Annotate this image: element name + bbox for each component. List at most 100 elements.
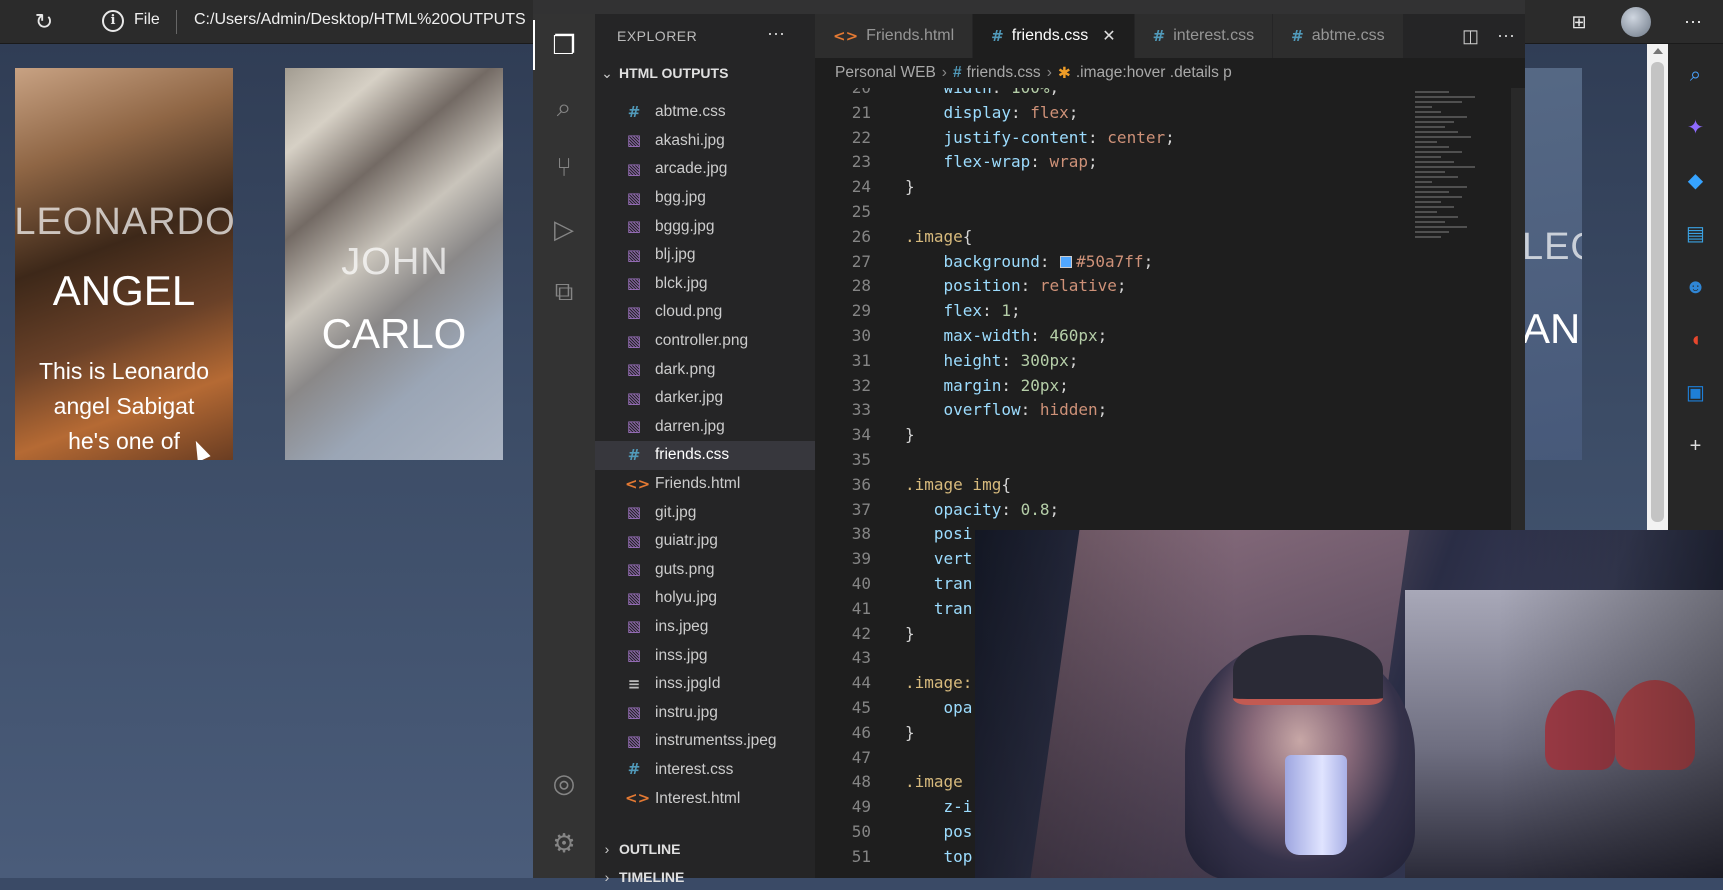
file-item[interactable]: ▧ inss.jpg bbox=[595, 641, 815, 670]
editor-tab[interactable]: # interest.css bbox=[1134, 14, 1274, 58]
code-line: flex: 1; bbox=[905, 299, 1021, 324]
more-actions-icon[interactable]: ⋯ bbox=[1497, 26, 1515, 47]
outline-label: OUTLINE bbox=[619, 841, 681, 857]
file-item[interactable]: ▧ dark.png bbox=[595, 355, 815, 384]
file-item[interactable]: ▧ blj.jpg bbox=[595, 241, 815, 270]
friend-card[interactable]: LEONARDO ANGEL This is Leonardo angel Sa… bbox=[15, 68, 233, 460]
file-item[interactable]: # abtme.css bbox=[595, 98, 815, 127]
url-scheme: File bbox=[134, 11, 160, 28]
code-token: ; bbox=[1068, 350, 1079, 370]
file-item[interactable]: ▧ instru.jpg bbox=[595, 698, 815, 727]
line-number: 27 bbox=[851, 251, 871, 271]
page-scrollbar[interactable] bbox=[1647, 44, 1668, 530]
more-options-icon[interactable]: ⋯ bbox=[1681, 10, 1705, 34]
file-item[interactable]: ▧ instrumentss.jpeg bbox=[595, 727, 815, 756]
file-item[interactable]: ▧ blck.jpg bbox=[595, 270, 815, 299]
minimap-line bbox=[1415, 166, 1476, 168]
file-item[interactable]: <> Friends.html bbox=[595, 470, 815, 499]
file-item[interactable]: # interest.css bbox=[595, 756, 815, 785]
file-name: arcade.jpg bbox=[655, 160, 728, 178]
minimap-line bbox=[1415, 121, 1454, 123]
img-file-icon: ▧ bbox=[626, 617, 642, 636]
file-item[interactable]: ▧ darker.jpg bbox=[595, 384, 815, 413]
profile-avatar[interactable] bbox=[1621, 7, 1651, 37]
refresh-icon[interactable]: ↻ bbox=[30, 8, 58, 36]
close-icon[interactable]: ✕ bbox=[1102, 26, 1115, 46]
img-file-icon: ▧ bbox=[626, 417, 642, 436]
scroll-up-icon[interactable] bbox=[1653, 48, 1663, 54]
color-swatch[interactable] bbox=[1060, 255, 1073, 268]
file-item[interactable]: ▧ bgg.jpg bbox=[595, 184, 815, 213]
file-item[interactable]: ≡ inss.jpgId bbox=[595, 670, 815, 699]
friend-card[interactable]: JOHN CARLO bbox=[285, 68, 503, 460]
img-file-icon: ▧ bbox=[626, 302, 642, 321]
breadcrumb: Personal WEB › # friends.css › ✱ .image:… bbox=[815, 58, 1525, 88]
folder-header[interactable]: ⌄ HTML OUTPUTS bbox=[595, 60, 815, 86]
file-item[interactable]: ▧ bggg.jpg bbox=[595, 212, 815, 241]
file-name: darren.jpg bbox=[655, 417, 725, 435]
file-item[interactable]: ▧ controller.png bbox=[595, 327, 815, 356]
run-debug-icon[interactable]: ▷ bbox=[547, 212, 581, 246]
file-item[interactable]: ▧ holyu.jpg bbox=[595, 584, 815, 613]
img-file-icon: ▧ bbox=[626, 560, 642, 579]
breadcrumb-symbol[interactable]: .image:hover .details p bbox=[1076, 64, 1232, 82]
code-token: .image img bbox=[905, 474, 1002, 494]
shopping-tag-icon[interactable]: ◆ bbox=[1683, 168, 1709, 194]
timeline-section[interactable]: › TIMELINE bbox=[595, 864, 815, 890]
code-token: ; bbox=[1059, 375, 1069, 395]
file-item[interactable]: ▧ arcade.jpg bbox=[595, 155, 815, 184]
code-token: flex bbox=[943, 301, 983, 321]
file-item[interactable]: ▧ ins.jpeg bbox=[595, 613, 815, 642]
info-icon[interactable]: i bbox=[102, 10, 124, 32]
account-icon[interactable]: ◎ bbox=[547, 766, 581, 800]
editor-tab[interactable]: # friends.css ✕ bbox=[973, 14, 1135, 58]
code-token: overflow bbox=[943, 400, 1021, 420]
explorer-icon[interactable]: ❐ bbox=[533, 20, 581, 70]
search-icon[interactable]: ⌕ bbox=[1683, 62, 1709, 88]
outline-section[interactable]: › OUTLINE bbox=[595, 836, 815, 862]
address-bar[interactable]: C:/Users/Admin/Desktop/HTML%20OUTPUTS bbox=[194, 11, 534, 29]
editor-tab[interactable]: <> Friends.html bbox=[815, 14, 974, 58]
minimap[interactable] bbox=[1415, 88, 1501, 338]
code-line: z-i bbox=[905, 795, 973, 820]
tools-icon[interactable]: ▤ bbox=[1683, 221, 1709, 247]
extensions-icon[interactable]: ⧉ bbox=[547, 274, 581, 308]
line-number: 32 bbox=[851, 375, 871, 395]
code-line: } bbox=[905, 175, 915, 200]
games-icon[interactable]: ☻ bbox=[1683, 274, 1709, 300]
more-actions-icon[interactable]: ⋯ bbox=[767, 24, 785, 45]
collections-icon[interactable]: ⊞ bbox=[1567, 10, 1591, 34]
code-token: wrap bbox=[1049, 152, 1089, 172]
img-file-icon: ▧ bbox=[626, 703, 642, 722]
code-token: } bbox=[905, 722, 915, 742]
breadcrumb-file[interactable]: friends.css bbox=[967, 64, 1041, 82]
line-number: 42 bbox=[851, 623, 871, 643]
file-item[interactable]: # friends.css bbox=[595, 441, 815, 470]
split-editor-icon[interactable]: ◫ bbox=[1462, 26, 1479, 47]
search-icon[interactable]: ⌕ bbox=[547, 90, 581, 124]
file-item[interactable]: ▧ akashi.jpg bbox=[595, 127, 815, 156]
line-number: 43 bbox=[851, 648, 871, 668]
file-item[interactable]: ▧ guts.png bbox=[595, 556, 815, 585]
add-icon[interactable]: + bbox=[1683, 433, 1709, 459]
css-file-icon: # bbox=[1291, 26, 1304, 45]
file-item[interactable]: ▧ darren.jpg bbox=[595, 413, 815, 442]
file-item[interactable]: ▧ cloud.png bbox=[595, 298, 815, 327]
source-control-icon[interactable]: ⑂ bbox=[547, 150, 581, 184]
code-line: } bbox=[905, 423, 915, 448]
copilot-icon[interactable]: ✦ bbox=[1683, 115, 1709, 141]
settings-gear-icon[interactable]: ⚙ bbox=[547, 826, 581, 860]
scrollbar-thumb[interactable] bbox=[1651, 62, 1664, 522]
breadcrumb-folder[interactable]: Personal WEB bbox=[835, 64, 936, 82]
editor-tab[interactable]: # abtme.css bbox=[1273, 14, 1404, 58]
office-icon[interactable]: ◖ bbox=[1683, 327, 1709, 353]
img-file-icon: ▧ bbox=[626, 331, 642, 350]
img-file-icon: ▧ bbox=[626, 360, 642, 379]
file-item[interactable]: ▧ guiatr.jpg bbox=[595, 527, 815, 556]
file-item[interactable]: <> Interest.html bbox=[595, 784, 815, 813]
outlook-icon[interactable]: ▣ bbox=[1683, 380, 1709, 406]
code-token: background bbox=[943, 251, 1040, 271]
file-item[interactable]: ▧ git.jpg bbox=[595, 498, 815, 527]
